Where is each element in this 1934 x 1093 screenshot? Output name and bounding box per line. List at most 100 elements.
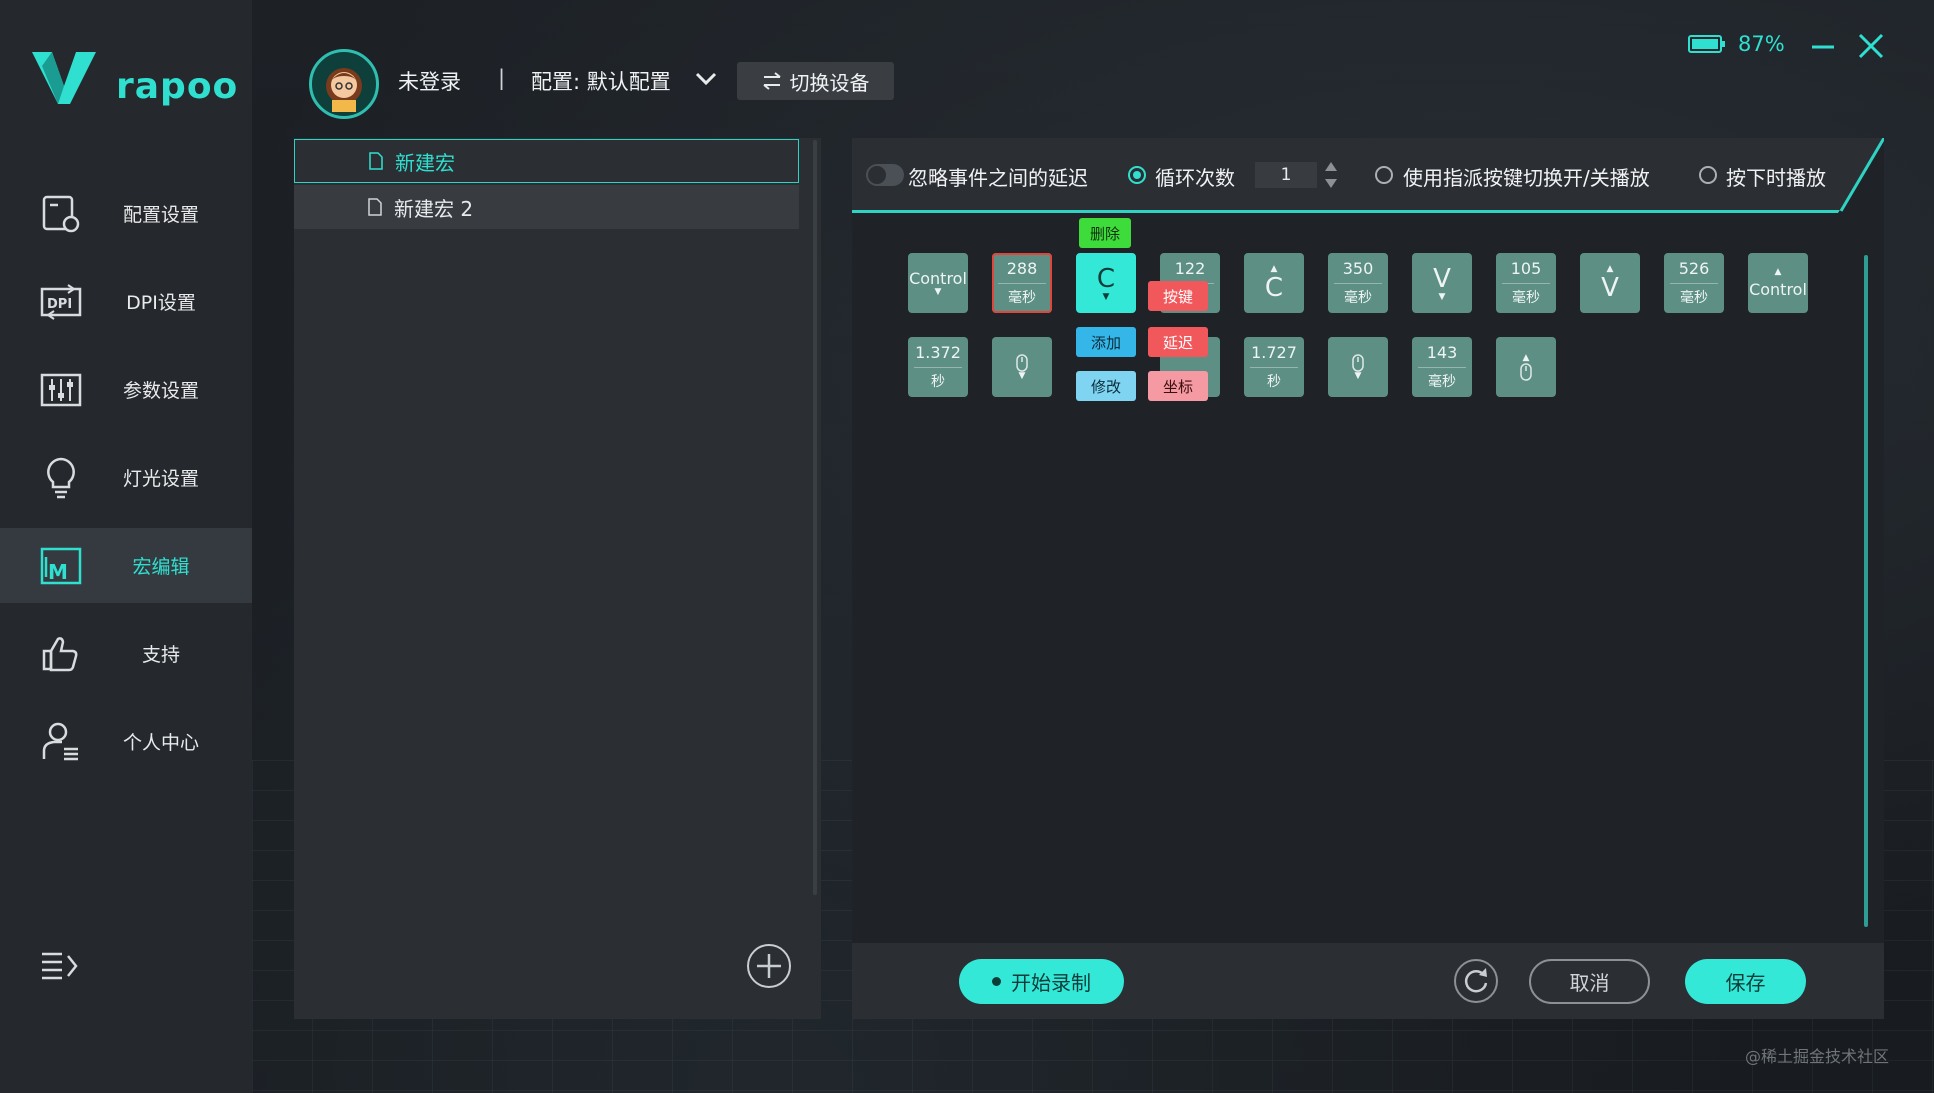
ignore-delay-label: 忽略事件之间的延迟	[908, 162, 1088, 191]
battery-icon	[1688, 34, 1726, 54]
sidebar-item-label: 灯光设置	[96, 464, 226, 491]
avatar[interactable]	[309, 49, 379, 119]
sidebar-item-label: 宏编辑	[96, 552, 226, 579]
sidebar-item-support[interactable]: 支持	[0, 616, 252, 691]
menu-collapse-icon[interactable]	[40, 948, 80, 984]
chevron-down-icon[interactable]	[694, 70, 718, 88]
header-separator: |	[498, 66, 505, 90]
config-selector[interactable]: 配置: 默认配置	[531, 66, 671, 96]
loop-count-radio[interactable]	[1128, 166, 1146, 184]
record-dot-icon	[992, 977, 1001, 986]
macro-list-item[interactable]: 新建宏	[294, 139, 799, 183]
hold-play-radio[interactable]	[1699, 166, 1717, 184]
user-icon	[38, 719, 84, 765]
event-mouse-up[interactable]: ▲	[1496, 337, 1556, 397]
event-arrow: ▼	[935, 288, 942, 297]
event-text: Control	[909, 270, 967, 288]
event-delay[interactable]: 1.372秒	[908, 337, 968, 397]
event-delay[interactable]: 350毫秒	[1328, 253, 1388, 313]
sidebar-item-lighting[interactable]: 灯光设置	[0, 440, 252, 515]
event-key-up[interactable]: ▲C	[1244, 253, 1304, 313]
divider	[1502, 283, 1550, 284]
event-arrow: ▼	[1019, 372, 1026, 381]
macro-list-item[interactable]: 新建宏 2	[294, 185, 799, 229]
config-icon	[38, 191, 84, 237]
macro-icon: M	[38, 543, 84, 589]
event-unit: 毫秒	[1428, 374, 1456, 390]
event-key-up[interactable]: ▲V	[1580, 253, 1640, 313]
insert-coordinate-button[interactable]: 坐标	[1148, 371, 1208, 401]
event-key-up[interactable]: ▲Control	[1748, 253, 1808, 313]
ignore-delay-toggle[interactable]	[866, 164, 904, 186]
sidebar-item-label: DPI设置	[96, 288, 226, 315]
event-text: 105	[1511, 260, 1542, 278]
event-delay[interactable]: 105 毫秒	[1496, 253, 1556, 313]
start-record-button[interactable]: 开始录制	[959, 959, 1124, 1004]
toggle-play-label: 使用指派按键切换开/关播放	[1403, 162, 1650, 191]
event-text: 1.372	[915, 344, 961, 362]
sliders-icon	[38, 367, 84, 413]
delete-event-button[interactable]: 删除	[1079, 218, 1131, 248]
divider	[1250, 367, 1298, 368]
insert-key-button[interactable]: 按键	[1148, 281, 1208, 311]
macro-list-scrollbar[interactable]	[813, 140, 817, 895]
loop-count-stepper[interactable]	[1324, 160, 1338, 190]
event-key-down[interactable]: V▼	[1412, 253, 1472, 313]
event-key-down-selected[interactable]: C▼	[1076, 253, 1136, 313]
event-text: 526	[1679, 260, 1710, 278]
modify-event-button[interactable]: 修改	[1076, 371, 1136, 401]
event-key-down[interactable]: Control▼	[908, 253, 968, 313]
sidebar-item-dpi[interactable]: DPI DPI设置	[0, 264, 252, 339]
event-delay[interactable]: 288毫秒	[992, 253, 1052, 313]
close-icon[interactable]	[1857, 32, 1885, 60]
refresh-icon[interactable]	[1453, 958, 1499, 1004]
event-mouse-down[interactable]: ▼	[1328, 337, 1388, 397]
toggle-play-radio[interactable]	[1375, 166, 1393, 184]
mouse-icon	[1352, 354, 1364, 372]
event-delay[interactable]: 143 毫秒	[1412, 337, 1472, 397]
sidebar-item-profile[interactable]: 个人中心	[0, 704, 252, 779]
event-arrow: ▲	[1775, 268, 1782, 277]
sidebar-item-config[interactable]: 配置设置	[0, 176, 252, 251]
event-arrow: ▲	[1523, 354, 1530, 363]
event-arrow: ▼	[1439, 293, 1446, 302]
mouse-icon	[1016, 354, 1028, 372]
event-unit: 毫秒	[1512, 290, 1540, 306]
login-status[interactable]: 未登录	[398, 66, 461, 96]
minimize-icon[interactable]	[1810, 34, 1836, 60]
sidebar-item-params[interactable]: 参数设置	[0, 352, 252, 427]
event-text: V	[1433, 265, 1451, 293]
divider	[1670, 283, 1718, 284]
sidebar-item-macro[interactable]: M 宏编辑	[0, 528, 252, 603]
event-arrow: ▼	[1355, 372, 1362, 381]
event-delay[interactable]: 526毫秒	[1664, 253, 1724, 313]
macro-list-panel	[294, 138, 821, 1019]
editor-scrollbar[interactable]	[1864, 255, 1868, 927]
sidebar-item-label: 个人中心	[96, 728, 226, 755]
mouse-icon	[1520, 363, 1532, 381]
macro-name: 新建宏 2	[394, 193, 473, 222]
macro-name: 新建宏	[395, 147, 455, 176]
options-bar-corner	[1838, 138, 1884, 213]
insert-delay-button[interactable]: 延迟	[1148, 327, 1208, 357]
svg-text:M: M	[48, 560, 68, 584]
event-text: C	[1097, 265, 1115, 293]
loop-count-input[interactable]: 1	[1255, 162, 1317, 188]
save-button[interactable]: 保存	[1685, 959, 1806, 1004]
sidebar-item-label: 参数设置	[96, 376, 226, 403]
file-icon	[368, 198, 382, 216]
add-event-button[interactable]: 添加	[1076, 327, 1136, 357]
event-text: C	[1265, 274, 1283, 302]
event-delay[interactable]: 1.727秒	[1244, 337, 1304, 397]
sidebar-item-label: 支持	[96, 640, 226, 667]
event-text: 122	[1175, 260, 1206, 278]
divider	[1334, 283, 1382, 284]
loop-count-label: 循环次数	[1155, 162, 1235, 191]
cancel-button[interactable]: 取消	[1529, 959, 1650, 1004]
event-text: V	[1601, 274, 1619, 302]
add-macro-icon[interactable]	[746, 943, 792, 989]
event-mouse-down[interactable]: ▼	[992, 337, 1052, 397]
switch-device-button[interactable]: 切换设备	[737, 62, 894, 100]
event-text: 143	[1427, 344, 1458, 362]
event-text: 1.727	[1251, 344, 1297, 362]
